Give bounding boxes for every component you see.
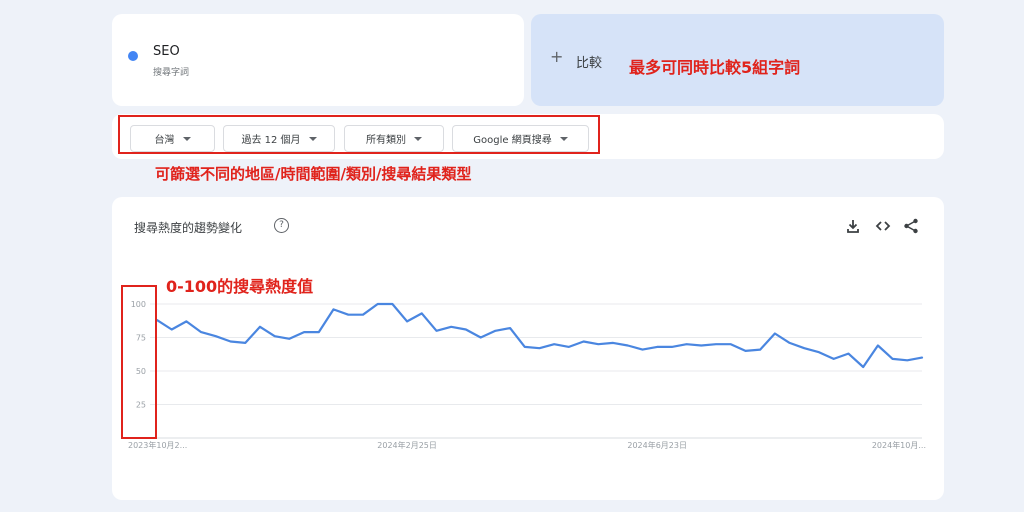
- x-tick-label: 2024年6月23日: [627, 440, 687, 450]
- dropdown-caret-icon: [559, 136, 568, 141]
- chart-gridlines: [150, 303, 922, 439]
- search-term-name[interactable]: SEO: [153, 44, 180, 59]
- x-tick-label: 2024年2月25日: [377, 440, 437, 450]
- compare-card[interactable]: + 比較 最多可同時比較5組字詞: [531, 14, 944, 106]
- plus-icon[interactable]: +: [550, 49, 563, 65]
- time-range-filter[interactable]: 過去 12 個月: [223, 125, 335, 152]
- x-axis-ticks: 2023年10月2... 2024年2月25日 2024年6月23日 2024年10月…: [128, 440, 926, 450]
- chart-title: 搜尋熱度的趨勢變化: [134, 221, 243, 235]
- search-type-filter[interactable]: Google 網頁搜尋: [452, 125, 589, 152]
- region-filter-label: 台灣: [154, 135, 175, 146]
- time-range-filter-label: 過去 12 個月: [241, 135, 301, 146]
- compare-button[interactable]: 比較: [576, 52, 602, 71]
- filters-annotation: 可篩選不同的地區/時間範圍/類別/搜尋結果類型: [155, 165, 472, 183]
- filters-bar: 台灣 過去 12 個月 所有類別 Google 網頁搜尋: [112, 114, 944, 159]
- compare-annotation: 最多可同時比較5組字詞: [629, 58, 801, 77]
- y-axis-highlight-box: [121, 285, 157, 439]
- dropdown-caret-icon: [414, 136, 422, 141]
- search-type-filter-label: Google 網頁搜尋: [473, 135, 552, 146]
- embed-code-icon[interactable]: [874, 217, 892, 235]
- x-tick-label: 2024年10月...: [872, 440, 926, 450]
- search-term-card[interactable]: SEO 搜尋字詞: [112, 14, 524, 106]
- search-term-subtitle: 搜尋字詞: [153, 68, 190, 78]
- region-filter[interactable]: 台灣: [130, 125, 215, 152]
- help-circle-icon[interactable]: ?: [274, 218, 289, 233]
- category-filter-label: 所有類別: [366, 135, 406, 146]
- dropdown-caret-icon: [182, 136, 191, 141]
- series-line-seo[interactable]: [155, 302, 924, 369]
- dropdown-caret-icon: [308, 136, 317, 141]
- x-tick-label: 2023年10月2...: [128, 440, 187, 450]
- series-color-dot: [128, 51, 138, 61]
- interest-line-chart: 100755025 2023年10月2... 2024年2月25日 2024年6月2…: [128, 300, 926, 450]
- download-icon[interactable]: [844, 217, 862, 235]
- share-icon[interactable]: [902, 217, 920, 235]
- chart-series: [155, 302, 924, 369]
- category-filter[interactable]: 所有類別: [344, 125, 444, 152]
